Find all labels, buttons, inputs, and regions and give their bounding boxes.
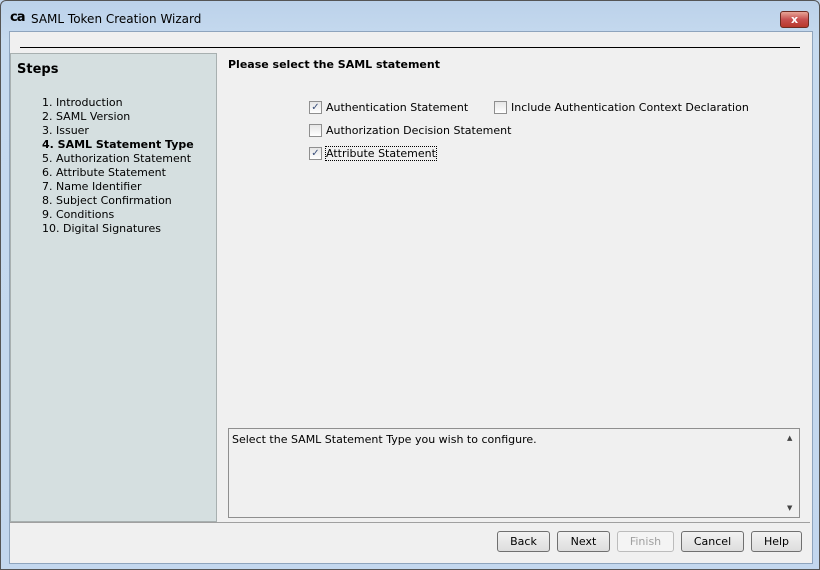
checkbox-label: Include Authentication Context Declarati… [511,101,749,114]
authentication-statement-checkbox[interactable]: ✓ Authentication Statement [309,101,468,114]
step-item: 10. Digital Signatures [42,222,161,235]
steps-title: Steps [17,62,59,77]
step-item: 9. Conditions [42,208,115,221]
include-auth-context-checkbox[interactable]: Include Authentication Context Declarati… [494,101,749,114]
help-button[interactable]: Help [751,531,802,552]
scroll-down-icon[interactable]: ▼ [787,504,792,512]
next-button[interactable]: Next [557,531,610,552]
close-button[interactable]: x [780,11,809,28]
scrollbar[interactable]: ▲ ▼ [784,429,799,517]
check-icon: ✓ [309,101,322,114]
checkbox-label: Authentication Statement [326,101,469,114]
step-item: 5. Authorization Statement [42,152,192,165]
header-divider [20,47,800,48]
description-text: Select the SAML Statement Type you wish … [232,433,537,446]
step-item: 6. Attribute Statement [42,166,166,179]
step-item: 8. Subject Confirmation [42,194,172,207]
page-heading: Please select the SAML statement [228,58,440,71]
ca-logo: ca [10,10,26,25]
attribute-statement-checkbox[interactable]: ✓ Attribute Statement [309,146,437,161]
window-title: SAML Token Creation Wizard [31,12,202,26]
step-item: 2. SAML Version [42,110,131,123]
back-button[interactable]: Back [497,531,550,552]
check-icon: ✓ [309,147,322,160]
step-item: 1. Introduction [42,96,123,109]
footer-divider [10,522,810,523]
checkbox-box [309,124,322,137]
checkbox-label: Attribute Statement [325,146,437,161]
step-item: 3. Issuer [42,124,89,137]
description-box[interactable]: Select the SAML Statement Type you wish … [228,428,800,518]
steps-panel: Steps 1. Introduction 2. SAML Version 3.… [10,53,217,522]
scroll-up-icon[interactable]: ▲ [787,434,792,442]
cancel-button[interactable]: Cancel [681,531,744,552]
checkbox-label: Authorization Decision Statement [326,124,512,137]
step-item: 7. Name Identifier [42,180,142,193]
finish-button[interactable]: Finish [617,531,674,552]
checkbox-box [494,101,507,114]
step-item-current: 4. SAML Statement Type [42,138,194,151]
authorization-decision-checkbox[interactable]: Authorization Decision Statement [309,124,511,137]
